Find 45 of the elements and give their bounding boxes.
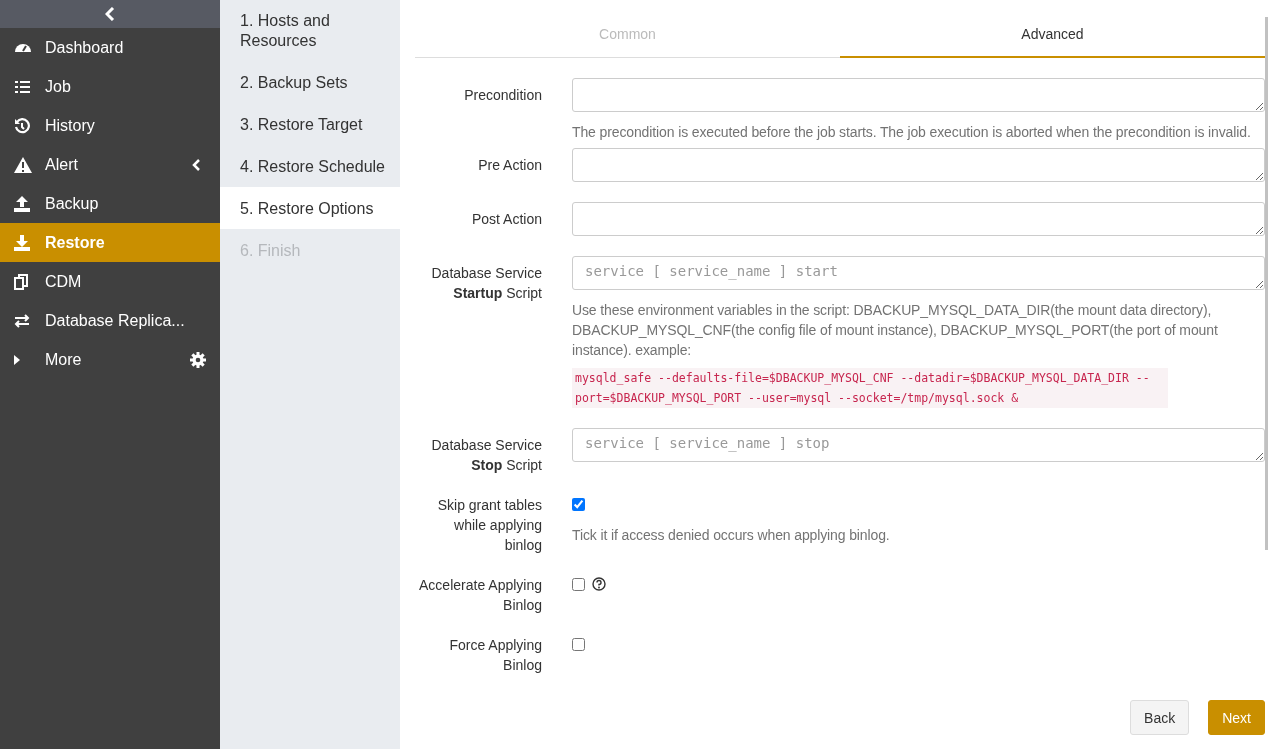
- step-item[interactable]: 1. Hosts and Resources: [220, 0, 400, 61]
- step-item[interactable]: 2. Backup Sets: [220, 61, 400, 103]
- field-label: Database Service Stop Script: [430, 436, 542, 475]
- field-label: Precondition: [463, 86, 542, 105]
- swap-icon: [14, 313, 30, 328]
- warning-icon: [14, 156, 32, 173]
- sidebar-item[interactable]: CDM: [0, 262, 220, 301]
- sidebar-item[interactable]: Alert: [0, 145, 220, 184]
- history-icon: [14, 117, 30, 134]
- copy-icon: [14, 273, 28, 290]
- help-text: The precondition is executed before the job starts. The job execution is aborted when the precondition is invalid.: [572, 123, 1252, 142]
- sidebar-item[interactable]: More: [0, 340, 220, 379]
- checklist-icon: [14, 79, 30, 94]
- field-label: Pre Action: [477, 156, 542, 175]
- sidebar-item[interactable]: Job: [0, 67, 220, 106]
- sidebar-item[interactable]: Database Replica...: [0, 301, 220, 340]
- checkbox[interactable]: [572, 637, 585, 651]
- download-icon: [14, 234, 30, 251]
- step-item[interactable]: 3. Restore Target: [220, 103, 400, 145]
- caret-icon: [14, 354, 20, 365]
- text-area[interactable]: service [ service_name ] stop: [572, 428, 1265, 462]
- scrollbar[interactable]: [1265, 17, 1268, 550]
- sidebar-item[interactable]: History: [0, 106, 220, 145]
- help-text: Use these environment variables in the script: DBACKUP_MYSQL_DATA_DIR(the mount data directory), DBACKUP_MYSQL_CNF(the config file of mount instance), DBACKUP_MYSQL_PORT(the port of mount instance). example:: [572, 301, 1219, 360]
- help-icon[interactable]: [592, 577, 606, 591]
- code-example: mysqld_safe --defaults-file=$DBACKUP_MYSQL_CNF --datadir=$DBACKUP_MYSQL_DATA_DIR --port=$DBACKUP_MYSQL_PORT --user=mysql --socket=/tmp/mysql.sock &: [572, 368, 1168, 408]
- checkbox[interactable]: [572, 577, 585, 591]
- field-label: Post Action: [470, 210, 542, 229]
- upload-icon: [14, 195, 30, 212]
- collapse-icon[interactable]: [105, 7, 115, 21]
- field-label: Force Applying Binlog: [448, 636, 542, 675]
- help-text: Tick it if access denied occurs when applying binlog.: [572, 526, 891, 545]
- step-item[interactable]: 5. Restore Options: [220, 187, 400, 229]
- sidebar-item[interactable]: Backup: [0, 184, 220, 223]
- gauge-icon: [14, 43, 32, 52]
- field-label: Skip grant tables while applying binlog: [436, 496, 542, 555]
- step-item[interactable]: 4. Restore Schedule: [220, 145, 400, 187]
- field-label: Database Service Startup Script: [430, 264, 542, 303]
- text-area[interactable]: service [ service_name ] start: [572, 256, 1265, 290]
- tab[interactable]: Advanced: [840, 17, 1265, 58]
- back-button[interactable]: Back: [1130, 700, 1190, 735]
- checkbox[interactable]: [572, 497, 585, 511]
- sidebar-item[interactable]: Dashboard: [0, 28, 220, 67]
- field-label: Accelerate Applying Binlog: [418, 576, 542, 615]
- settings-icon[interactable]: [190, 351, 206, 368]
